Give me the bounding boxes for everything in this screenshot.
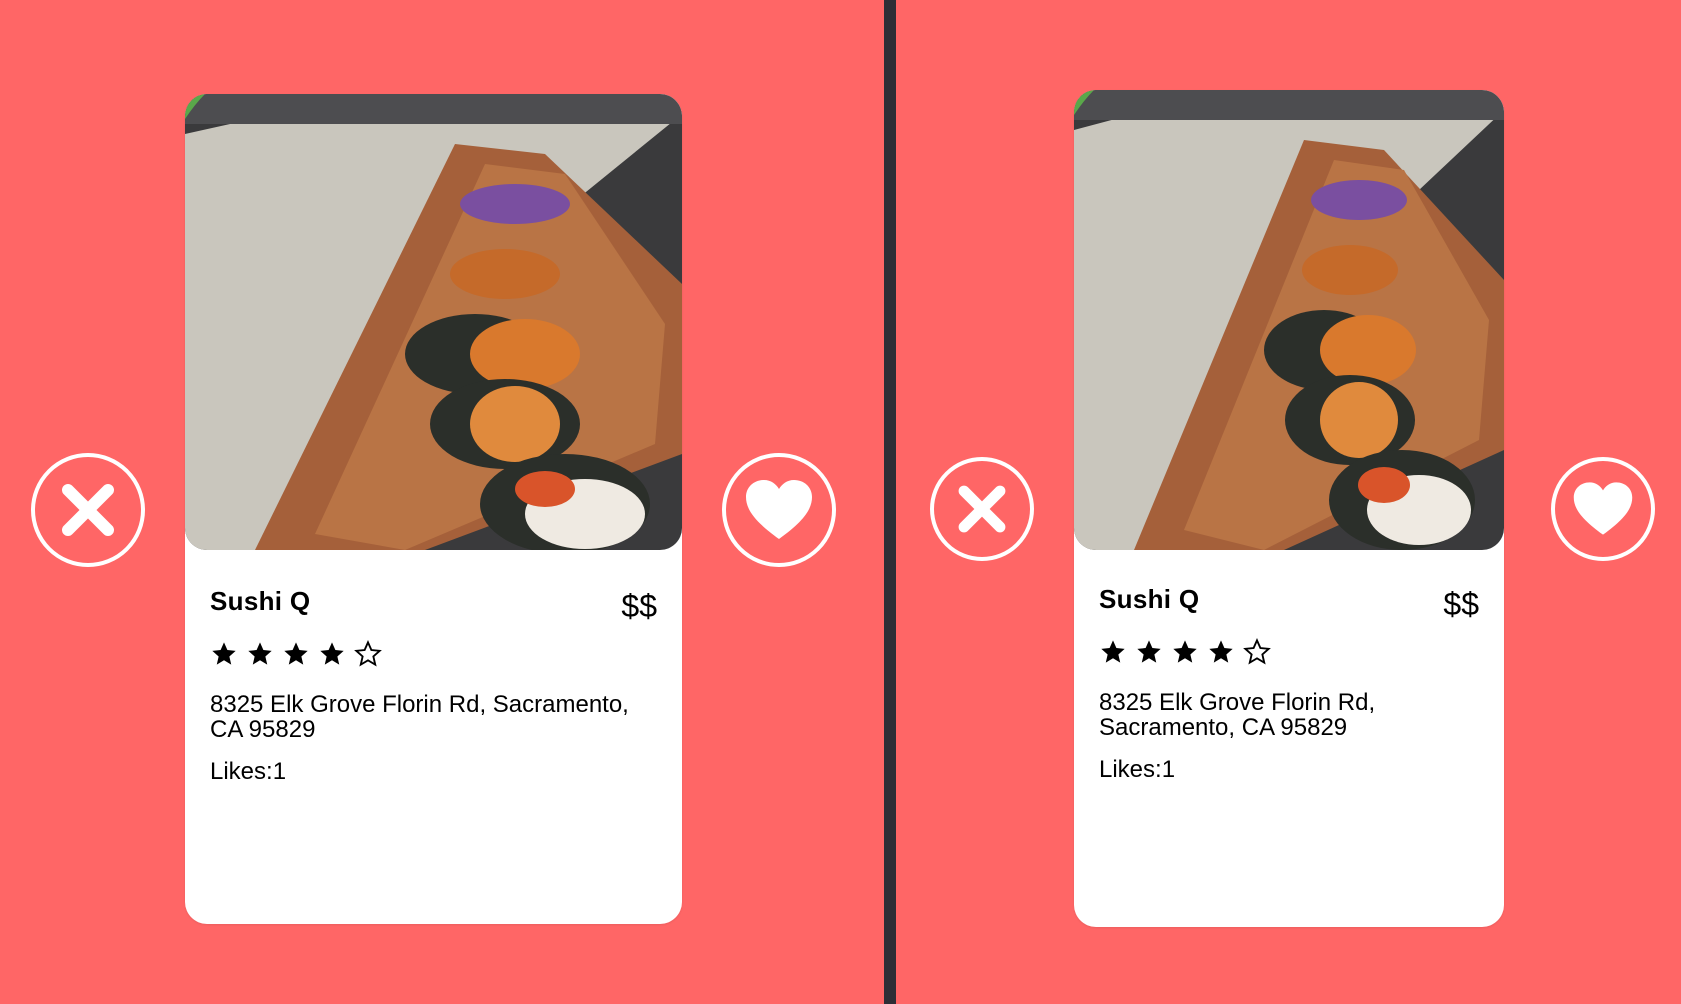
dislike-button[interactable] (31, 453, 145, 567)
star-filled-icon (212, 642, 236, 665)
like-button[interactable] (1551, 457, 1655, 561)
like-button[interactable] (722, 453, 836, 567)
star-empty-icon (1243, 638, 1271, 665)
restaurant-name: Sushi Q (1099, 584, 1200, 614)
panel-left: Sushi Q $$ 8325 Elk Grove Florin Rd, Sac… (0, 0, 884, 1004)
star-filled-icon (320, 642, 344, 665)
star-filled-icon (284, 642, 308, 665)
panel-right: Sushi Q $$ 8325 Elk Grove Florin Rd, Sac… (896, 0, 1681, 1004)
restaurant-name: Sushi Q (210, 586, 311, 616)
star-filled-icon (1173, 640, 1197, 663)
restaurant-photo (1074, 90, 1504, 550)
heart-icon (746, 480, 812, 539)
app-screen: Sushi Q $$ 8325 Elk Grove Florin Rd, Sac… (0, 0, 1681, 1004)
price-level: $$ (621, 588, 657, 624)
price-level: $$ (1443, 586, 1479, 622)
restaurant-card[interactable]: Sushi Q $$ 8325 Elk Grove Florin Rd, Sac… (1074, 90, 1504, 927)
dislike-button[interactable] (930, 457, 1034, 561)
heart-icon (1573, 482, 1633, 535)
likes-count: Likes:1 (1099, 756, 1176, 783)
star-empty-icon (354, 640, 382, 667)
rating-stars (210, 640, 382, 668)
star-filled-icon (1137, 640, 1161, 663)
restaurant-photo (185, 94, 682, 550)
star-filled-icon (1209, 640, 1233, 663)
restaurant-card[interactable]: Sushi Q $$ 8325 Elk Grove Florin Rd, Sac… (185, 94, 682, 924)
star-filled-icon (248, 642, 272, 665)
rating-stars (1099, 638, 1271, 666)
card-info: Sushi Q $$ 8325 Elk Grove Florin Rd, Sac… (210, 586, 657, 806)
close-icon (62, 484, 114, 536)
restaurant-address: 8325 Elk Grove Florin Rd, Sacramento, CA… (210, 691, 629, 743)
card-info: Sushi Q $$ 8325 Elk Grove Florin Rd, Sac… (1099, 584, 1479, 804)
star-filled-icon (1101, 640, 1125, 663)
restaurant-address: 8325 Elk Grove Florin Rd, Sacramento, CA… (1099, 689, 1376, 741)
likes-count: Likes:1 (210, 758, 287, 785)
panel-divider (884, 0, 896, 1004)
close-icon (958, 485, 1006, 533)
